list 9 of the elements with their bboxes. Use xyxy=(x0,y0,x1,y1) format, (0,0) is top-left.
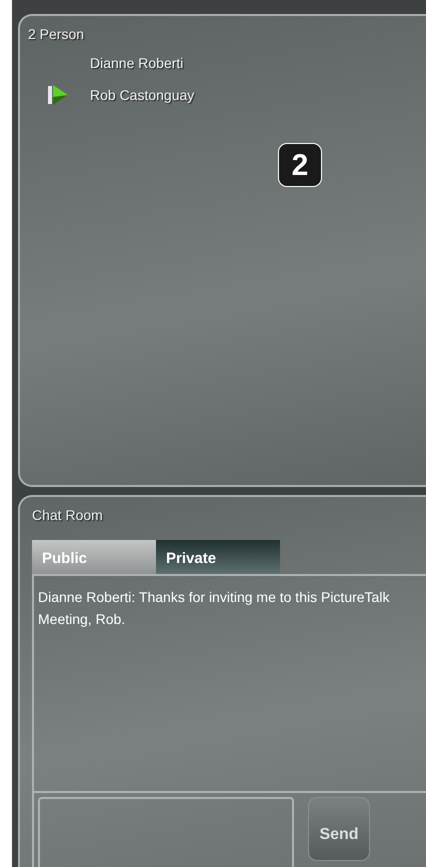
message-input[interactable] xyxy=(38,797,294,867)
send-button[interactable]: Send xyxy=(308,797,370,861)
participant-name[interactable]: Rob Castonguay xyxy=(90,84,194,106)
chat-message: Dianne Roberti: Thanks for inviting me to this PictureTalk Meeting, Rob. xyxy=(38,588,390,629)
panel-title: Chat Room xyxy=(32,506,104,525)
callout-number: 2 xyxy=(278,143,322,187)
panel-title: 2 Person xyxy=(28,25,86,44)
chat-tab[interactable]: Private xyxy=(156,540,280,574)
participant-name[interactable]: Dianne Roberti xyxy=(90,52,184,74)
